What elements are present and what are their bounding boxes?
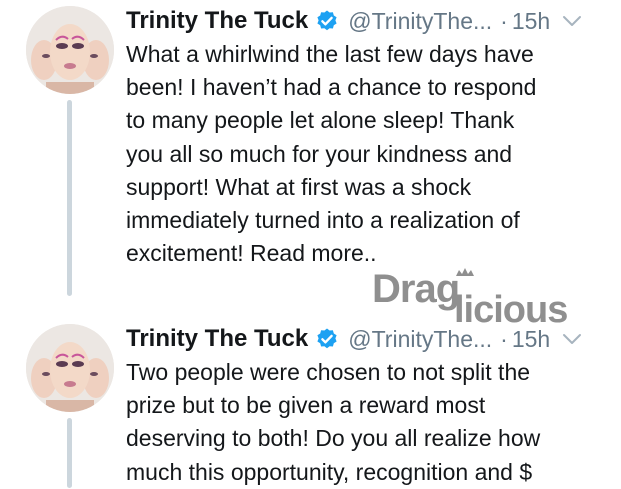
timestamp[interactable]: 15h bbox=[512, 8, 550, 35]
timestamp[interactable]: 15h bbox=[512, 326, 550, 353]
tweet-text-line: support! What at first was a shock bbox=[126, 173, 472, 200]
verified-badge-icon bbox=[315, 9, 339, 33]
thread-line bbox=[67, 100, 72, 296]
tweet-text-line: much this opportunity, recognition and $ bbox=[126, 458, 533, 485]
avatar-image bbox=[26, 324, 114, 412]
tweet-header: Trinity The Tuck @TrinityThe... · 15h bbox=[126, 322, 606, 356]
author-handle[interactable]: @TrinityThe... bbox=[348, 8, 492, 35]
tweet-header: Trinity The Tuck @TrinityThe... · 15h bbox=[126, 4, 606, 38]
tweet-text-line: prize but to be given a reward most bbox=[126, 392, 486, 419]
tweet-text-line: to many people let alone sleep! Thank bbox=[126, 107, 515, 134]
tweet-text-line: deserving to both! Do you all realize ho… bbox=[126, 425, 541, 452]
tweet[interactable]: Trinity The Tuck @TrinityThe... · 15h Wh… bbox=[0, 0, 621, 300]
author-name[interactable]: Trinity The Tuck bbox=[126, 7, 308, 35]
avatar-image bbox=[26, 6, 114, 94]
author-name[interactable]: Trinity The Tuck bbox=[126, 325, 308, 353]
avatar[interactable] bbox=[26, 324, 114, 412]
separator-dot: · bbox=[500, 325, 508, 352]
tweet-text-line: Two people were chosen to not split the bbox=[126, 359, 531, 385]
tweet-text-line: you all so much for your kindness and bbox=[126, 140, 513, 167]
tweet-text-line: What a whirlwind the last few days have bbox=[126, 41, 534, 67]
verified-badge-icon bbox=[315, 327, 339, 351]
author-handle[interactable]: @TrinityThe... bbox=[348, 326, 492, 353]
tweet-text: What a whirlwind the last few days have … bbox=[126, 38, 606, 270]
avatar[interactable] bbox=[26, 6, 114, 94]
tweet-text: Two people were chosen to not split the … bbox=[126, 356, 606, 489]
thread-line bbox=[67, 418, 72, 488]
tweet-text-line: immediately turned into a realization of bbox=[126, 207, 520, 234]
chevron-down-icon[interactable] bbox=[562, 332, 582, 346]
tweet[interactable]: Trinity The Tuck @TrinityThe... · 15h Tw… bbox=[0, 318, 621, 489]
tweet-text-line: been! I haven’t had a chance to respond bbox=[126, 74, 537, 101]
svg-text:Drag: Drag bbox=[372, 267, 459, 311]
chevron-down-icon[interactable] bbox=[562, 14, 582, 28]
separator-dot: · bbox=[500, 7, 508, 34]
